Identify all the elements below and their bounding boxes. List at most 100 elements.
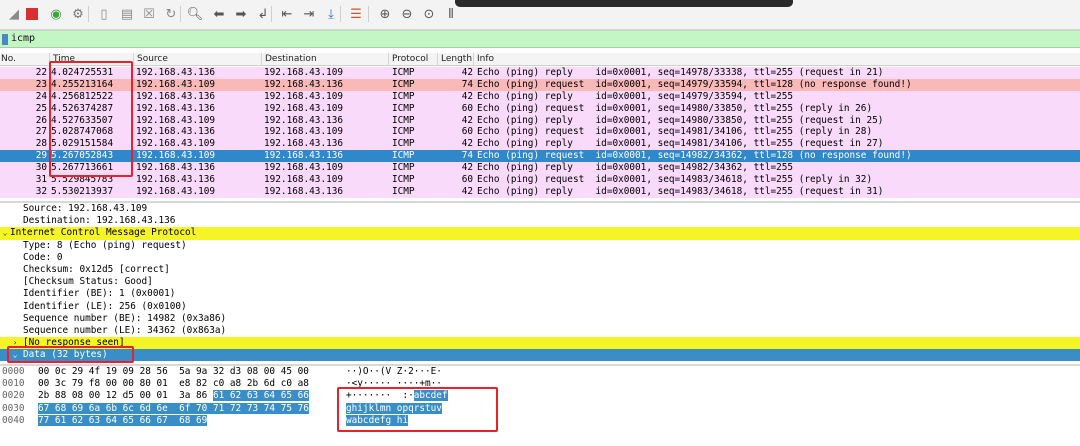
packet-length: 74 bbox=[461, 78, 473, 90]
packet-row[interactable]: 29 5.267052843 192.168.43.109 192.168.43.13… bbox=[0, 150, 1080, 163]
hex-selected-bytes: 77 61 62 63 64 65 66 67 68 69 bbox=[38, 414, 208, 426]
packet-source: 192.168.43.136 bbox=[136, 126, 216, 138]
column-header-time[interactable]: Time bbox=[49, 53, 134, 66]
packet-source: 192.168.43.136 bbox=[136, 162, 216, 174]
packet-rows: 22 4.024725531 192.168.43.136 192.168.43.10… bbox=[0, 67, 1080, 198]
packet-length: 60 bbox=[461, 174, 473, 186]
packet-length: 60 bbox=[461, 102, 473, 114]
bookmark-icon[interactable] bbox=[2, 34, 8, 45]
save-file-icon[interactable]: ▤ bbox=[117, 4, 137, 24]
close-file-icon[interactable]: ☒ bbox=[139, 4, 159, 24]
packet-row[interactable]: 22 4.024725531 192.168.43.136 192.168.43.10… bbox=[0, 67, 1080, 79]
detail-tree-item[interactable]: Sequence number (LE): 34362 (0x863a) bbox=[0, 325, 1080, 337]
go-back-icon[interactable]: ⬅ bbox=[209, 4, 229, 24]
column-header-length[interactable]: Length bbox=[437, 53, 474, 66]
bytes-offset: 0010 bbox=[2, 378, 25, 390]
bytes-hex[interactable]: 00 3c 79 f8 00 00 80 01 e8 82 c0 a8 2b 6… bbox=[38, 378, 309, 390]
packet-number: 28 bbox=[35, 138, 47, 150]
bytes-ascii[interactable]: +······· :·abcdef bbox=[346, 390, 448, 402]
packet-row[interactable]: 32 5.530213937 192.168.43.109 192.168.43.13… bbox=[0, 185, 1080, 198]
bytes-hex[interactable]: 2b 88 08 00 12 d5 00 01 3a 86 61 62 63 6… bbox=[38, 390, 309, 402]
bytes-row: 0000 00 0c 29 4f 19 09 28 56 5a 9a 32 d3 … bbox=[0, 366, 1080, 378]
column-header-protocol[interactable]: Protocol bbox=[388, 53, 437, 66]
packet-row[interactable]: 31 5.529845783 192.168.43.136 192.168.43.10… bbox=[0, 174, 1080, 186]
collapsed-arrow-icon[interactable]: › bbox=[11, 337, 19, 349]
colorize-icon[interactable]: ☰ bbox=[346, 4, 366, 24]
column-header-destination[interactable]: Destination bbox=[261, 53, 389, 66]
find-packet-icon[interactable]: 🔍︎ bbox=[185, 4, 205, 24]
expanded-arrow-icon[interactable]: ⌄ bbox=[11, 349, 19, 361]
resize-columns-icon[interactable]: ⫴ bbox=[441, 4, 461, 24]
detail-tree-item[interactable]: Checksum: 0x12d5 [correct] bbox=[0, 264, 1080, 276]
packet-protocol: ICMP bbox=[392, 138, 415, 150]
detail-tree-item[interactable]: Sequence number (BE): 14982 (0x3a86) bbox=[0, 313, 1080, 325]
detail-tree-item[interactable]: Code: 0 bbox=[0, 252, 1080, 264]
first-packet-icon[interactable]: ⇤ bbox=[277, 4, 297, 24]
packet-source: 192.168.43.109 bbox=[136, 114, 216, 126]
restart-capture-icon[interactable]: ◉ bbox=[46, 4, 66, 24]
bytes-ascii[interactable]: ·<y····· ····+m·· bbox=[346, 378, 442, 390]
detail-tree-item[interactable]: ⌄ Data (32 bytes) bbox=[0, 349, 1080, 362]
column-header-source[interactable]: Source bbox=[133, 53, 262, 66]
go-forward-icon[interactable]: ➡ bbox=[231, 4, 251, 24]
packet-source: 192.168.43.136 bbox=[136, 174, 216, 186]
start-capture-icon[interactable]: ◢ bbox=[4, 4, 24, 24]
detail-tree-item[interactable]: [Checksum Status: Good] bbox=[0, 276, 1080, 288]
packet-source: 192.168.43.109 bbox=[136, 150, 216, 162]
zoom-in-icon[interactable]: ⊕ bbox=[375, 4, 395, 24]
packet-info: Echo (ping) reply id=0x0001, seq=14981/3… bbox=[477, 138, 884, 150]
ascii-bytes: ·<y····· ····+m·· bbox=[346, 378, 442, 390]
auto-scroll-icon[interactable]: ⤓ bbox=[321, 4, 341, 24]
packet-details-tree: Source: 192.168.43.109 Destination: 192.1… bbox=[0, 203, 1080, 364]
packet-row[interactable]: 27 5.028747068 192.168.43.136 192.168.43.10… bbox=[0, 126, 1080, 139]
packet-row[interactable]: 24 4.256812522 192.168.43.136 192.168.43.10… bbox=[0, 90, 1080, 103]
packet-destination: 192.168.43.136 bbox=[264, 78, 344, 90]
packet-info: Echo (ping) request id=0x0001, seq=14980… bbox=[477, 102, 873, 114]
packet-number: 30 bbox=[35, 162, 47, 174]
open-file-icon[interactable]: ▯ bbox=[94, 4, 114, 24]
detail-tree-item[interactable]: Destination: 192.168.43.136 bbox=[0, 215, 1080, 227]
zoom-out-icon[interactable]: ⊖ bbox=[397, 4, 417, 24]
detail-tree-item[interactable]: ⌄ Internet Control Message Protocol bbox=[0, 227, 1080, 240]
detail-tree-item[interactable]: Source: 192.168.43.109 bbox=[0, 203, 1080, 215]
packet-row[interactable]: 23 4.255213164 192.168.43.109 192.168.43.13… bbox=[0, 78, 1080, 91]
packet-bytes-pane: 0000 00 0c 29 4f 19 09 28 56 5a 9a 32 d3 … bbox=[0, 366, 1080, 446]
bytes-row: 0040 77 61 62 63 64 65 66 67 68 69 wabcdef… bbox=[0, 414, 1080, 427]
packet-number: 27 bbox=[35, 126, 47, 138]
reload-file-icon[interactable]: ↻ bbox=[161, 4, 181, 24]
normal-size-icon[interactable]: ⊙ bbox=[419, 4, 439, 24]
bytes-hex[interactable]: 67 68 69 6a 6b 6c 6d 6e 6f 70 71 72 73 7… bbox=[38, 402, 309, 415]
go-to-packet-icon[interactable]: ↲ bbox=[253, 4, 273, 24]
packet-row[interactable]: 30 5.267713661 192.168.43.136 192.168.43.10… bbox=[0, 162, 1080, 175]
capture-options-icon[interactable]: ⚙ bbox=[68, 4, 88, 24]
bytes-ascii[interactable]: wabcdefg hi bbox=[346, 414, 409, 427]
packet-destination: 192.168.43.109 bbox=[264, 126, 344, 138]
bytes-hex[interactable]: 00 0c 29 4f 19 09 28 56 5a 9a 32 d3 08 0… bbox=[38, 366, 309, 378]
detail-tree-item[interactable]: › [No response seen] bbox=[0, 337, 1080, 350]
packet-protocol: ICMP bbox=[392, 150, 415, 162]
bytes-ascii[interactable]: ··)O··(V Z·2···E· bbox=[346, 366, 442, 378]
packet-row[interactable]: 26 4.527633507 192.168.43.109 192.168.43.13… bbox=[0, 114, 1080, 127]
detail-tree-label: Type: 8 (Echo (ping) request) bbox=[23, 239, 187, 251]
last-packet-icon[interactable]: ⇥ bbox=[299, 4, 319, 24]
bytes-offset: 0030 bbox=[2, 402, 25, 414]
detail-tree-item[interactable]: Identifier (BE): 1 (0x0001) bbox=[0, 288, 1080, 300]
packet-length: 42 bbox=[461, 67, 473, 78]
packet-row[interactable]: 25 4.526374287 192.168.43.136 192.168.43.10… bbox=[0, 102, 1080, 115]
packet-time: 4.024725531 bbox=[51, 67, 114, 78]
display-filter-input[interactable] bbox=[11, 31, 1071, 47]
packet-row[interactable]: 28 5.029151584 192.168.43.109 192.168.43.13… bbox=[0, 138, 1080, 151]
stop-capture-icon[interactable] bbox=[22, 4, 42, 24]
detail-tree-item[interactable]: Identifier (LE): 256 (0x0100) bbox=[0, 301, 1080, 313]
detail-tree-item[interactable]: Type: 8 (Echo (ping) request) bbox=[0, 240, 1080, 252]
expanded-arrow-icon[interactable]: ⌄ bbox=[1, 227, 9, 239]
bytes-hex[interactable]: 77 61 62 63 64 65 66 67 68 69 bbox=[38, 414, 208, 427]
column-header-no[interactable]: No. bbox=[0, 53, 48, 66]
packet-protocol: ICMP bbox=[392, 102, 415, 114]
packet-list: No. Time Source Destination Protocol Len… bbox=[0, 53, 1080, 202]
column-header-info[interactable]: Info bbox=[473, 53, 1080, 66]
packet-number: 22 bbox=[35, 67, 47, 78]
packet-info: Echo (ping) request id=0x0001, seq=14981… bbox=[477, 126, 873, 138]
bytes-ascii[interactable]: ghijklmn opqrstuv bbox=[346, 402, 442, 415]
packet-length: 42 bbox=[461, 185, 473, 197]
